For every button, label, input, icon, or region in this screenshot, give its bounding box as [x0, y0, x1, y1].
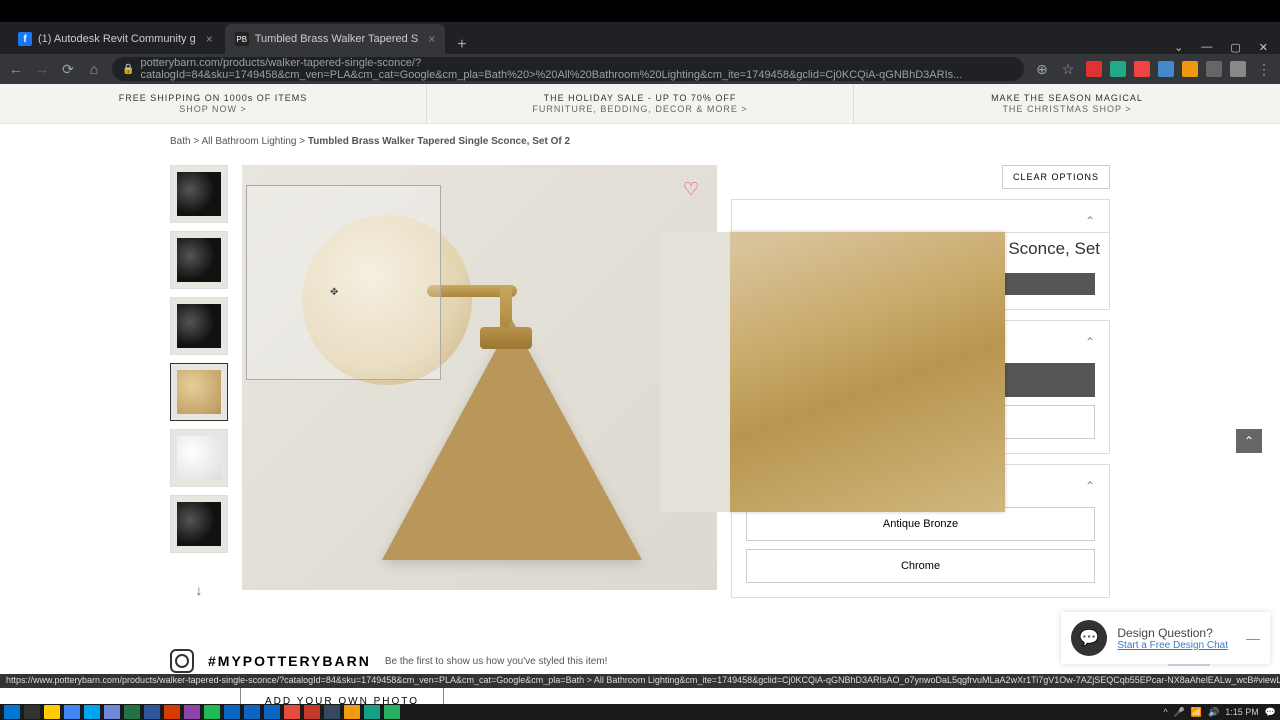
finish-option-chrome[interactable]: Chrome — [746, 549, 1095, 583]
notifications-icon[interactable]: 💬 — [1265, 707, 1276, 718]
share-subtitle: Be the first to show us how you've style… — [385, 656, 608, 667]
taskbar-app[interactable] — [364, 705, 380, 719]
thumbnail-list: ↓ — [170, 165, 228, 619]
thumbnail-next[interactable]: ↓ — [170, 561, 228, 619]
chrome-menu-icon[interactable]: ⌄ — [1174, 41, 1183, 54]
promo-sale[interactable]: THE HOLIDAY SALE - UP TO 70% OFF FURNITU… — [427, 84, 854, 123]
breadcrumb-current: Tumbled Brass Walker Tapered Single Scon… — [308, 136, 570, 147]
search-icon[interactable] — [24, 705, 40, 719]
maximize-icon[interactable]: ▢ — [1230, 41, 1240, 54]
revit-icon[interactable] — [264, 705, 280, 719]
autocad-icon[interactable] — [304, 705, 320, 719]
zoom-overlay — [730, 232, 1005, 512]
chevron-up-icon: ⌃ — [1085, 335, 1095, 349]
forward-icon[interactable]: → — [34, 61, 50, 77]
breadcrumb: Bath > All Bathroom Lighting > Tumbled B… — [0, 124, 1280, 155]
translate-icon[interactable]: ⊕ — [1034, 61, 1050, 78]
breadcrumb-link[interactable]: Bath — [170, 136, 191, 147]
chrome-icon[interactable] — [64, 705, 80, 719]
promo-christmas[interactable]: MAKE THE SEASON MAGICAL THE CHRISTMAS SH… — [854, 84, 1280, 123]
taskbar-app[interactable] — [164, 705, 180, 719]
minimize-icon[interactable]: — — [1246, 630, 1260, 646]
profile-icon[interactable] — [1230, 61, 1246, 77]
revit-icon[interactable] — [224, 705, 240, 719]
taskbar-app[interactable] — [324, 705, 340, 719]
wifi-icon[interactable]: 📶 — [1191, 707, 1202, 718]
cursor-icon: ✥ — [330, 287, 338, 298]
step-style: 1 ⌃ — [731, 199, 1110, 233]
thumbnail-6[interactable] — [170, 495, 228, 553]
tab-label: (1) Autodesk Revit Community g — [38, 33, 196, 45]
facebook-icon: f — [18, 32, 32, 46]
instagram-icon — [170, 649, 194, 673]
back-icon[interactable]: ← — [8, 61, 24, 77]
tab-label: Tumbled Brass Walker Tapered S — [255, 33, 418, 45]
potterybarn-icon: PB — [235, 32, 249, 46]
extension-icon[interactable] — [1134, 61, 1150, 77]
thumbnail-4[interactable] — [170, 363, 228, 421]
hashtag: #MYPOTTERYBARN — [208, 653, 371, 669]
extensions-menu-icon[interactable] — [1206, 61, 1222, 77]
lock-icon: 🔒 — [122, 64, 134, 75]
word-icon[interactable] — [144, 705, 160, 719]
reload-icon[interactable]: ⟳ — [60, 61, 76, 78]
scroll-top-button[interactable]: ⌃ — [1236, 429, 1262, 453]
finish-option-bronze[interactable]: Antique Bronze — [746, 507, 1095, 541]
menu-icon[interactable]: ⋮ — [1256, 61, 1272, 78]
product-title-fragment: e Sconce, Set — [994, 239, 1100, 259]
taskbar-app[interactable] — [204, 705, 220, 719]
windows-taskbar — [0, 704, 1280, 720]
mic-icon[interactable]: 🎤 — [1174, 707, 1185, 718]
excel-icon[interactable] — [124, 705, 140, 719]
system-tray: ^ 🎤 📶 🔊 1:15 PM 💬 — [1163, 704, 1276, 720]
product-hero-image[interactable]: ♡ ✥ — [242, 165, 717, 590]
tab-facebook[interactable]: f (1) Autodesk Revit Community g × — [8, 24, 223, 54]
taskbar-app[interactable] — [284, 705, 300, 719]
chat-icon: 💬 — [1071, 620, 1107, 656]
promo-banner: FREE SHIPPING ON 1000s OF ITEMS SHOP NOW… — [0, 84, 1280, 124]
clear-options-button[interactable]: CLEAR OPTIONS — [1002, 165, 1110, 189]
page-content: FREE SHIPPING ON 1000s OF ITEMS SHOP NOW… — [0, 84, 1280, 704]
minimize-icon[interactable]: — — [1201, 41, 1212, 54]
thumbnail-1[interactable] — [170, 165, 228, 223]
home-icon[interactable]: ⌂ — [86, 61, 102, 77]
tray-chevron-icon[interactable]: ^ — [1163, 707, 1167, 717]
taskbar-app[interactable] — [344, 705, 360, 719]
star-icon[interactable]: ☆ — [1060, 61, 1076, 78]
extension-icon[interactable] — [1086, 61, 1102, 77]
address-bar: ← → ⟳ ⌂ 🔒 potterybarn.com/products/walke… — [0, 54, 1280, 84]
extension-icon[interactable] — [1158, 61, 1174, 77]
start-icon[interactable] — [4, 705, 20, 719]
close-icon[interactable]: × — [206, 32, 213, 46]
browser-tabs: f (1) Autodesk Revit Community g × PB Tu… — [0, 22, 1280, 54]
volume-icon[interactable]: 🔊 — [1208, 707, 1219, 718]
favorite-icon[interactable]: ♡ — [683, 179, 699, 200]
promo-shipping[interactable]: FREE SHIPPING ON 1000s OF ITEMS SHOP NOW… — [0, 84, 427, 123]
url-input[interactable]: 🔒 potterybarn.com/products/walker-tapere… — [112, 57, 1024, 81]
extension-icon[interactable] — [1110, 61, 1126, 77]
close-window-icon[interactable]: ✕ — [1259, 41, 1268, 54]
status-bar: https://www.potterybarn.com/products/wal… — [0, 674, 1280, 688]
taskbar-app[interactable] — [44, 705, 60, 719]
clock[interactable]: 1:15 PM — [1225, 707, 1259, 717]
breadcrumb-link[interactable]: All Bathroom Lighting — [201, 136, 296, 147]
url-text: potterybarn.com/products/walker-tapered-… — [140, 57, 1014, 81]
thumbnail-5[interactable] — [170, 429, 228, 487]
revit-icon[interactable] — [244, 705, 260, 719]
chevron-up-icon: ⌃ — [1085, 479, 1095, 493]
taskbar-app[interactable] — [384, 705, 400, 719]
extension-icons — [1086, 61, 1246, 77]
close-icon[interactable]: × — [428, 32, 435, 46]
thumbnail-3[interactable] — [170, 297, 228, 355]
extension-icon[interactable] — [1182, 61, 1198, 77]
new-tab-button[interactable]: + — [447, 36, 476, 54]
taskbar-app[interactable] — [104, 705, 120, 719]
design-chat-widget[interactable]: 💬 Design Question? Start a Free Design C… — [1061, 612, 1270, 664]
zoom-region — [246, 185, 441, 380]
thumbnail-2[interactable] — [170, 231, 228, 289]
chevron-up-icon: ⌃ — [1085, 214, 1095, 228]
taskbar-app[interactable] — [184, 705, 200, 719]
taskbar-app[interactable] — [84, 705, 100, 719]
tab-potterybarn[interactable]: PB Tumbled Brass Walker Tapered S × — [225, 24, 445, 54]
